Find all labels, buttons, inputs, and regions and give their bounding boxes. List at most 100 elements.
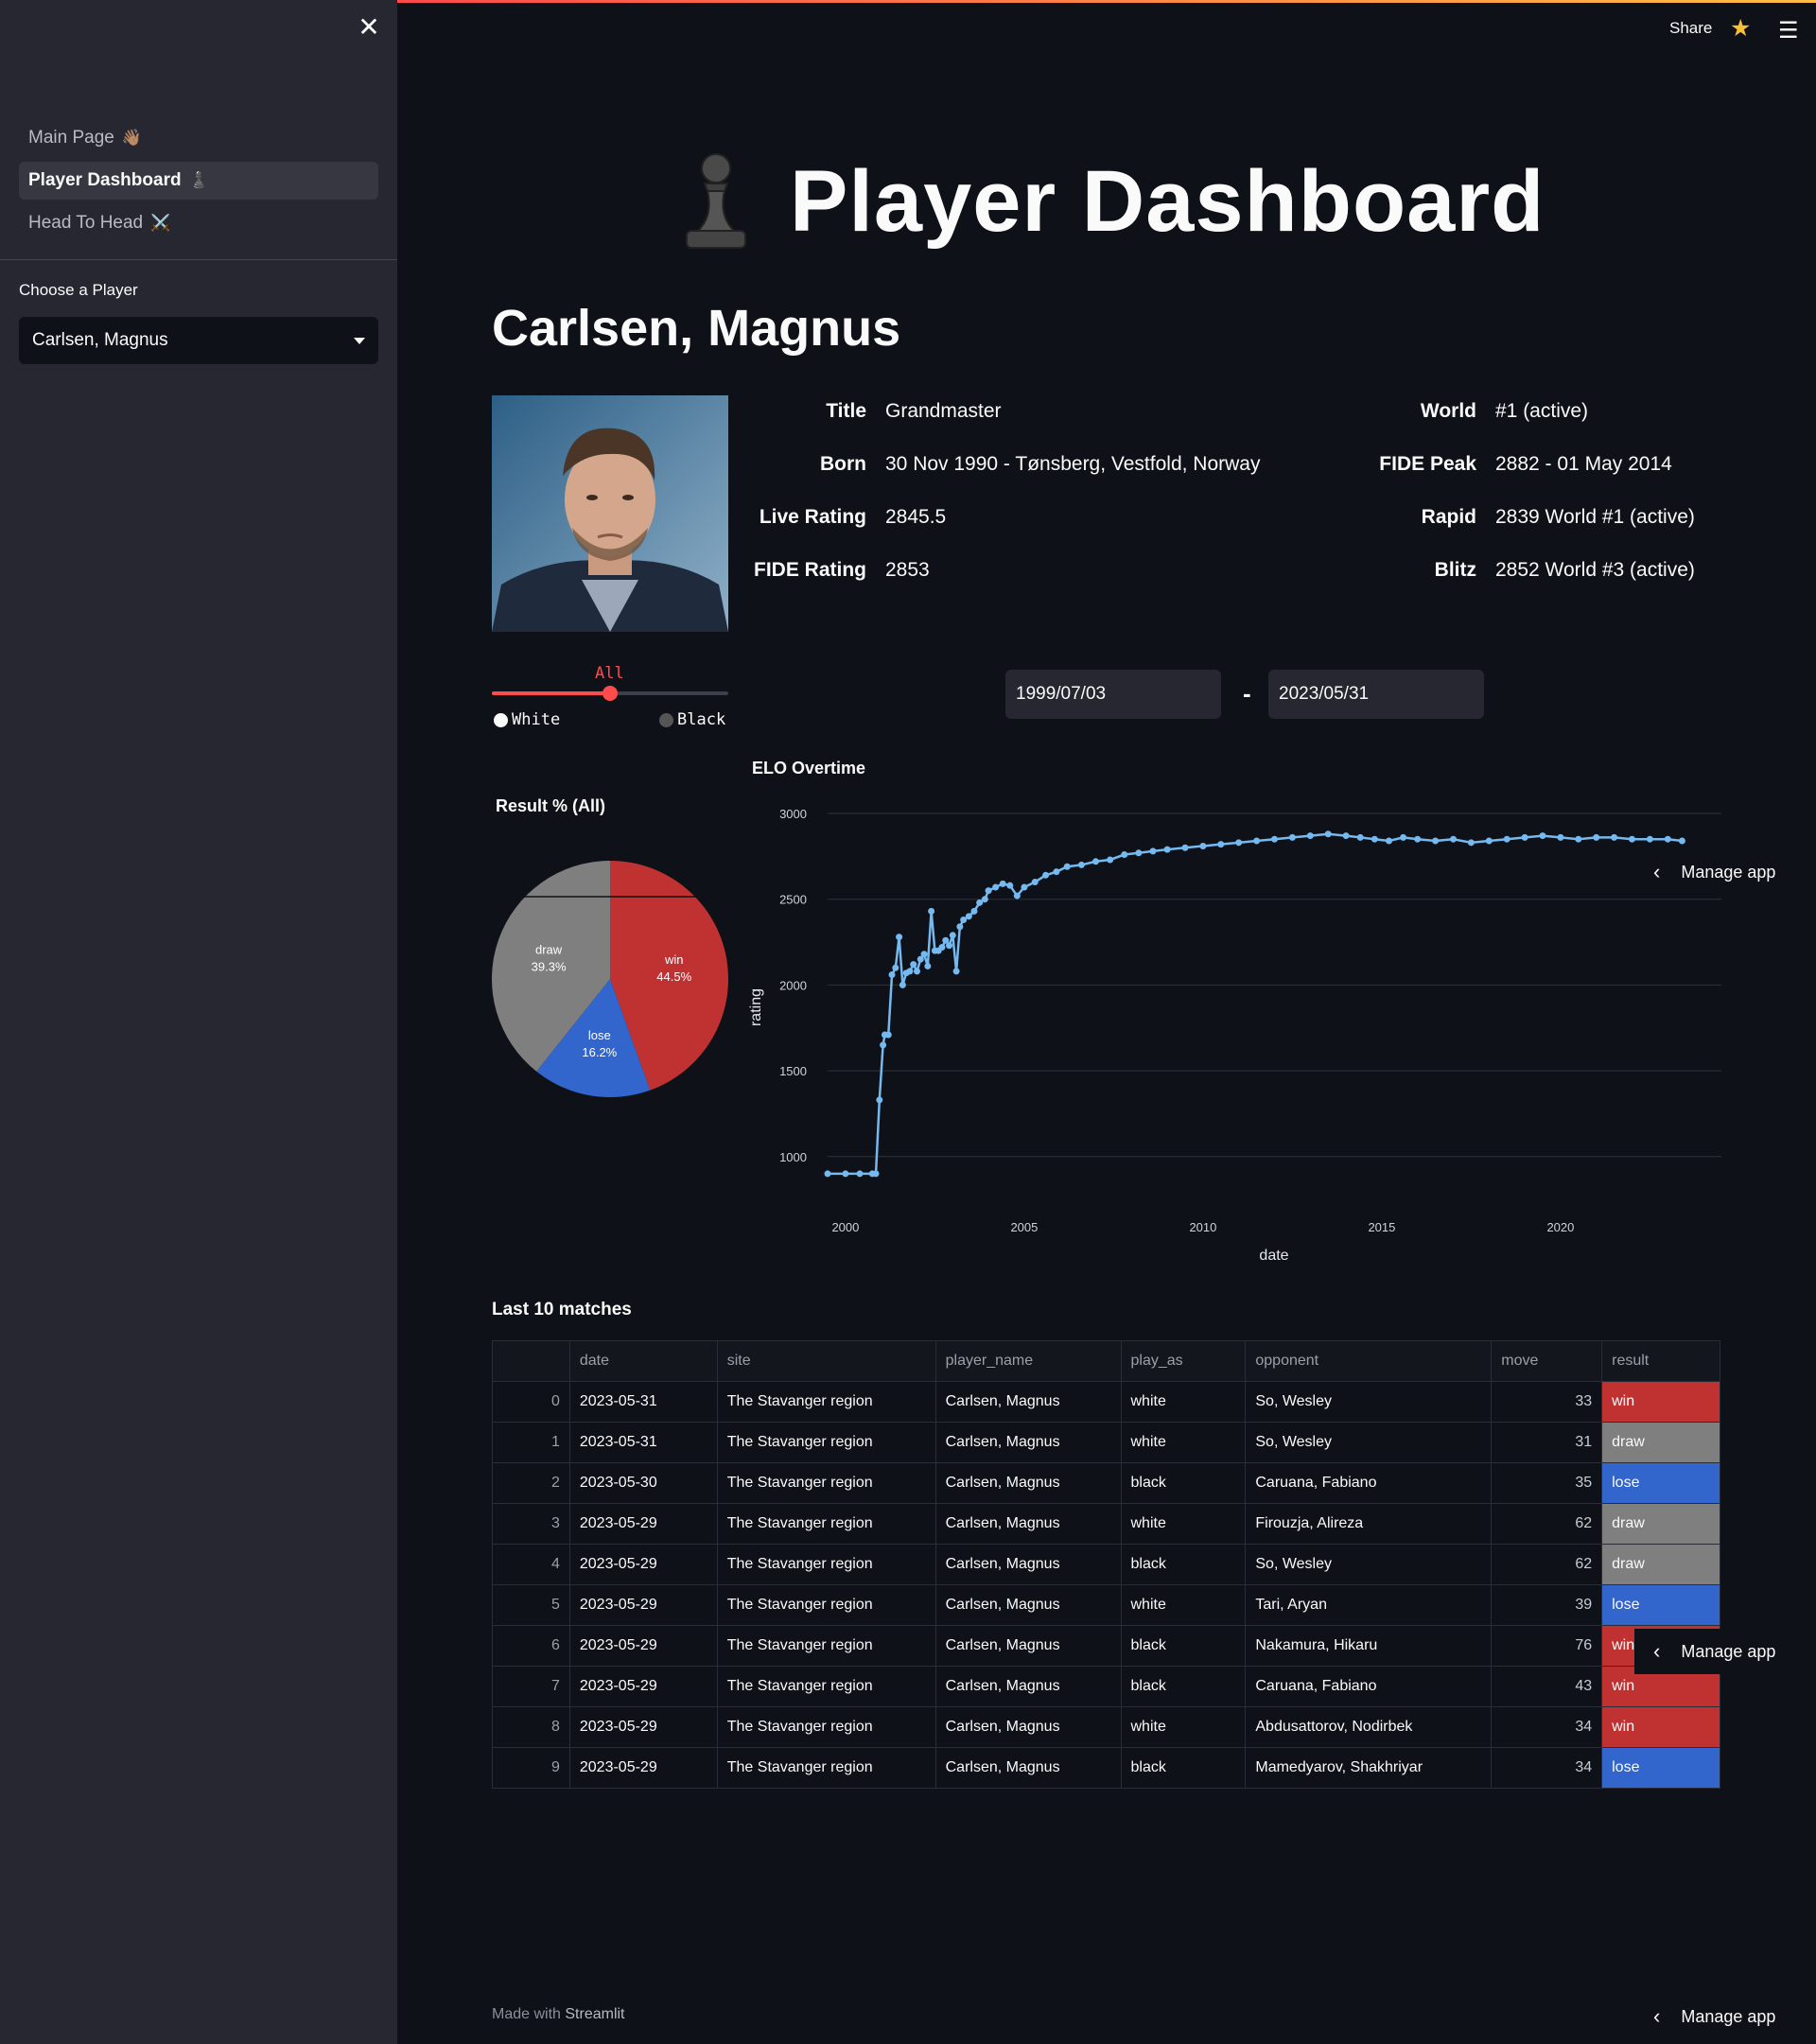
table-cell-site: The Stavanger region [716,1747,936,1789]
table-row[interactable]: 2 2023-05-30 The Stavanger region Carlsen, … [492,1462,1720,1504]
close-sidebar-icon[interactable]: ✕ [355,13,383,42]
table-cell-opponent: Firouzja, Alireza [1245,1503,1493,1545]
table-cell-player_name: Carlsen, Magnus [934,1625,1122,1667]
y-tick-label: 1500 [779,1064,807,1078]
elo-data-point [1371,835,1378,843]
elo-data-point [965,913,972,920]
x-tick-label: 2005 [1010,1220,1038,1234]
chess-pawn-icon: ♟️ [188,171,209,189]
table-cell-date: 2023-05-31 [568,1422,718,1463]
manage-app-label: Manage app [1681,1641,1776,1661]
column-header-opponent[interactable]: opponent [1245,1340,1493,1382]
column-header-result[interactable]: result [1601,1340,1720,1382]
elo-data-point [910,961,917,969]
info-value-rapid: 2839 World #1 (active) [1495,506,1695,528]
column-header-site[interactable]: site [716,1340,936,1382]
color-slider-fill [492,691,610,695]
white-dot-icon [494,712,508,727]
start-date-input[interactable] [1005,670,1221,719]
manage-app-button[interactable]: ‹ Manage app [1634,849,1816,895]
elo-data-point [1199,842,1207,849]
elo-data-point [1539,832,1546,840]
table-cell-date: 2023-05-29 [568,1584,718,1626]
column-header-date[interactable]: date [568,1340,718,1382]
elo-data-point [1149,847,1157,855]
table-cell-site: The Stavanger region [716,1625,936,1667]
elo-data-point [981,896,988,903]
table-cell-opponent: Caruana, Fabiano [1245,1666,1493,1707]
streamlit-link[interactable]: Streamlit [565,2006,624,2022]
table-row[interactable]: 4 2023-05-29 The Stavanger region Carlsen, … [492,1544,1720,1585]
table-cell-play_as: black [1120,1462,1247,1504]
footer-prefix: Made with [492,2006,561,2022]
sidebar-item-head-to-head[interactable]: Head To Head ⚔️ [19,204,378,242]
sidebar: ✕ Main Page 👋🏽 Player Dashboard ♟️ Head … [0,0,397,2044]
table-cell-opponent: So, Wesley [1245,1381,1493,1423]
table-cell-player_name: Carlsen, Magnus [934,1584,1122,1626]
elo-data-point [1217,841,1225,848]
table-row[interactable]: 0 2023-05-31 The Stavanger region Carlsen, … [492,1381,1720,1423]
elo-data-point [884,1031,892,1039]
column-header-move[interactable]: move [1491,1340,1603,1382]
table-row[interactable]: 6 2023-05-29 The Stavanger region Carlsen, … [492,1625,1720,1667]
table-row[interactable]: 3 2023-05-29 The Stavanger region Carlsen, … [492,1503,1720,1545]
page-title: Player Dashboard [790,153,1545,250]
color-slider-thumb[interactable] [602,686,618,701]
info-label-title: Title [826,400,866,422]
elo-data-point [1042,871,1050,879]
manage-app-label: Manage app [1681,862,1776,882]
star-icon[interactable]: ★ [1730,14,1751,43]
waving-hand-icon: 👋🏽 [121,129,143,147]
slider-option-black[interactable]: Black [659,710,725,729]
table-cell-date: 2023-05-29 [568,1625,718,1667]
column-header-play_as[interactable]: play_as [1120,1340,1247,1382]
elo-data-point [914,968,920,975]
table-cell-result: draw [1601,1544,1720,1585]
sidebar-item-player-dashboard[interactable]: Player Dashboard ♟️ [19,162,378,200]
table-cell-index: 0 [492,1381,570,1423]
table-cell-site: The Stavanger region [716,1584,936,1626]
elo-data-point [928,907,935,915]
table-row[interactable]: 7 2023-05-29 The Stavanger region Carlsen, … [492,1666,1720,1707]
table-row[interactable]: 5 2023-05-29 The Stavanger region Carlsen, … [492,1584,1720,1626]
info-label-rapid: Rapid [1421,506,1476,528]
column-header-player_name[interactable]: player_name [934,1340,1122,1382]
table-cell-move: 76 [1491,1625,1603,1667]
end-date-input[interactable] [1268,670,1484,719]
y-tick-label: 2500 [779,893,807,907]
info-label-blitz: Blitz [1434,559,1476,581]
elo-data-point [1678,837,1685,845]
matches-table: date site player_name play_as opponent move re… [492,1340,1720,1789]
slider-option-white[interactable]: White [494,710,560,729]
elo-data-point [1467,839,1475,847]
result-pie-chart: win 44.5% lose 16.2% draw 39.3% [492,861,728,1097]
table-cell-result: lose [1601,1462,1720,1504]
table-cell-site: The Stavanger region [716,1381,936,1423]
table-cell-player_name: Carlsen, Magnus [934,1747,1122,1789]
table-cell-play_as: black [1120,1666,1247,1707]
elo-data-point [892,964,899,971]
elo-data-point [1271,835,1278,843]
share-button[interactable]: Share [1669,19,1712,38]
table-cell-index: 4 [492,1544,570,1585]
table-cell-play_as: black [1120,1544,1247,1585]
table-row[interactable]: 9 2023-05-29 The Stavanger region Carlsen, … [492,1747,1720,1789]
caret-down-icon [354,337,365,344]
y-tick-label: 2000 [779,978,807,992]
table-cell-move: 39 [1491,1584,1603,1626]
manage-app-button[interactable]: ‹ Manage app [1634,1994,1816,2039]
table-row[interactable]: 8 2023-05-29 The Stavanger region Carlsen, … [492,1706,1720,1748]
table-cell-site: The Stavanger region [716,1422,936,1463]
pie-label: lose [588,1028,611,1042]
player-select[interactable]: Carlsen, Magnus [19,317,378,364]
hamburger-icon[interactable]: ☰ [1778,17,1799,44]
elo-data-point [920,951,928,958]
table-row[interactable]: 1 2023-05-31 The Stavanger region Carlsen, … [492,1422,1720,1463]
slider-option-label: Black [677,710,726,729]
info-label-live-rating: Live Rating [759,506,866,528]
manage-app-button[interactable]: ‹ Manage app [1634,1629,1816,1674]
column-header-index[interactable] [492,1340,570,1382]
table-cell-opponent: Nakamura, Hikaru [1245,1625,1493,1667]
table-cell-play_as: white [1120,1381,1247,1423]
sidebar-item-main-page[interactable]: Main Page 👋🏽 [19,119,378,157]
